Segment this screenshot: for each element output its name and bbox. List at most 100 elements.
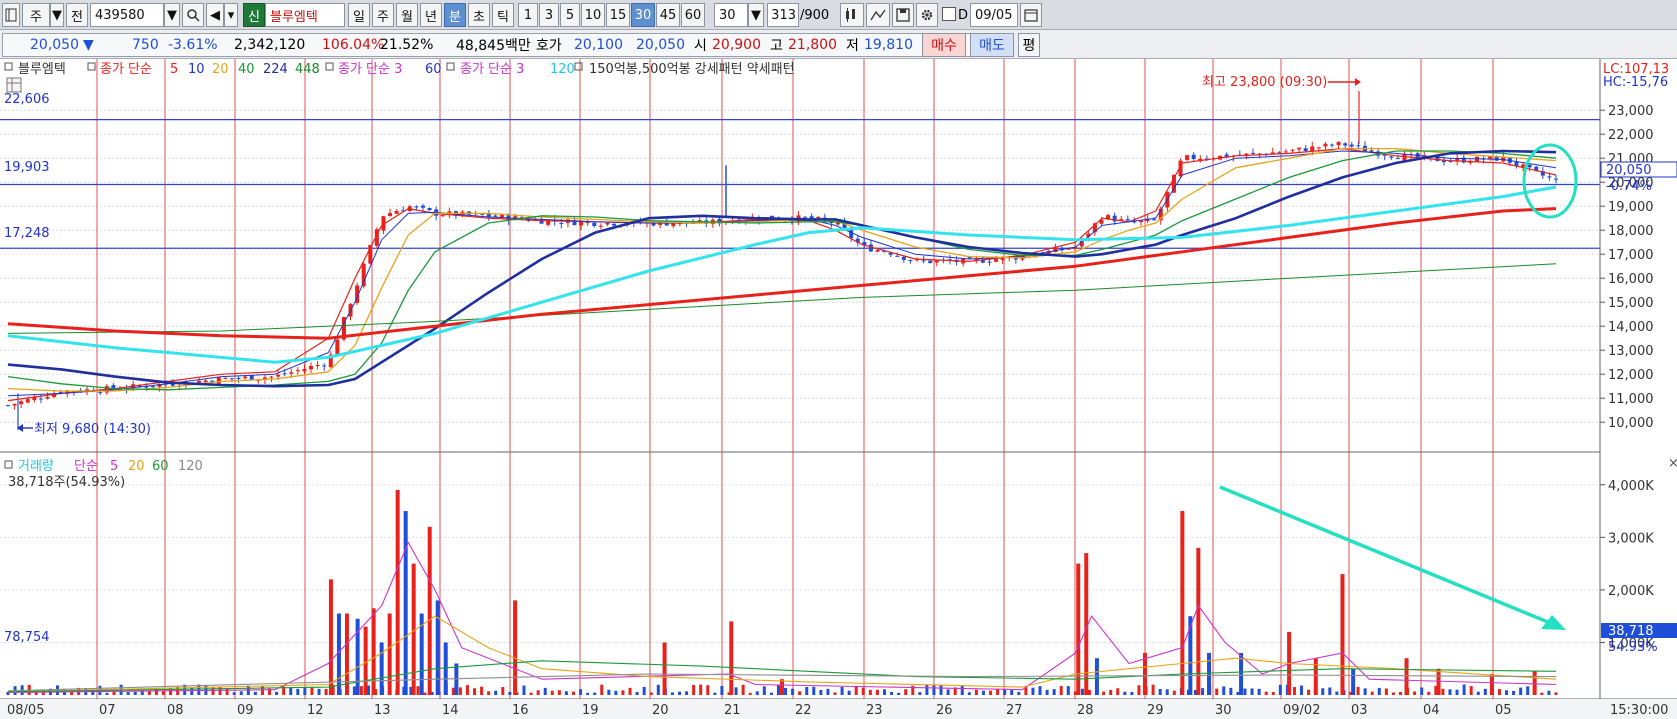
minute-button[interactable]: 3	[539, 3, 559, 27]
eval-button[interactable]: 평	[1018, 33, 1040, 57]
candle-body	[6, 405, 10, 407]
chart-table-icon[interactable]	[6, 77, 22, 93]
date-checkbox-label: D	[958, 7, 969, 23]
minute-select[interactable]: 30	[714, 3, 748, 27]
volume-pane-close-icon[interactable]: ×	[1668, 456, 1677, 471]
candle-body	[1125, 219, 1130, 221]
sell-button[interactable]: 매도	[970, 33, 1014, 57]
minute-button[interactable]: 10	[581, 3, 605, 27]
volume-bar	[614, 690, 618, 695]
minute-dropdown-icon[interactable]: ▼	[748, 3, 764, 27]
candle-body	[1270, 152, 1275, 154]
stock-chart[interactable]: 23,00022,00021,00020,00019,00018,00017,0…	[0, 59, 1677, 719]
volume-bar	[1363, 688, 1367, 695]
volume-bar	[423, 692, 427, 695]
interval-button[interactable]: 월	[396, 3, 418, 27]
volume-bar	[1377, 687, 1381, 695]
new-listing-badge: 신	[243, 3, 265, 27]
drawing-tool-icon[interactable]	[866, 3, 890, 27]
volume-bar	[840, 686, 844, 695]
volume-bar	[861, 687, 865, 695]
level-label: 22,606	[4, 92, 50, 107]
speaker-dropdown-icon[interactable]: ▾	[224, 3, 238, 27]
volume-bar	[762, 686, 766, 695]
minute-button[interactable]: 15	[606, 3, 630, 27]
save-icon[interactable]	[892, 3, 914, 27]
volume-bar	[1321, 688, 1325, 695]
candle-body	[803, 216, 808, 218]
volume-bar	[501, 687, 505, 695]
minute-button[interactable]: 5	[560, 3, 580, 27]
trade-amount: 48,845백만	[456, 38, 531, 54]
volume-bar	[275, 691, 279, 695]
x-tick-label: 13	[374, 703, 391, 718]
volume-bar	[289, 687, 293, 695]
candle-body	[315, 365, 320, 367]
market-button[interactable]: 전	[66, 3, 88, 27]
interval-button[interactable]: 틱	[492, 3, 514, 27]
candle-body	[322, 365, 327, 367]
minute-button[interactable]: 30	[631, 3, 655, 27]
minute-button[interactable]: 60	[681, 3, 705, 27]
page-count-input[interactable]: 313	[767, 3, 799, 27]
period-dropdown-icon[interactable]: ▼	[50, 3, 64, 27]
minute-button[interactable]: 45	[656, 3, 680, 27]
level-label: 19,903	[4, 160, 50, 175]
price-change: 750	[132, 37, 159, 53]
volume-bar	[1489, 673, 1494, 695]
last-price-tag-text: 20,050	[1606, 163, 1652, 178]
volume-bar	[1165, 689, 1169, 695]
volume-current-label: 38,718주(54.93%)	[8, 475, 125, 490]
volume-bar	[1180, 511, 1185, 695]
stock-code-input[interactable]: 439580	[90, 3, 164, 27]
date-input[interactable]: 09/05	[970, 3, 1018, 27]
stock-name: 블루엠텍	[270, 9, 318, 25]
candle-body	[875, 249, 880, 252]
volume-bar	[706, 685, 710, 695]
volume-bar	[359, 686, 363, 695]
gear-icon[interactable]	[916, 3, 938, 27]
candle-body	[1527, 164, 1532, 168]
candle-body	[1547, 176, 1552, 178]
speaker-icon[interactable]: ◀	[206, 3, 224, 27]
volume-bar	[635, 691, 639, 695]
calendar-icon[interactable]	[1020, 3, 1042, 27]
volume-bar	[296, 688, 300, 695]
interval-button[interactable]: 분	[444, 3, 466, 27]
buy-button[interactable]: 매수	[922, 33, 966, 57]
volume-bar	[435, 600, 440, 695]
stock-code-dropdown-icon[interactable]: ▼	[164, 3, 180, 27]
volume-bar	[1243, 688, 1247, 695]
candle-body	[1554, 178, 1558, 180]
search-icon[interactable]	[182, 3, 204, 27]
candle-body	[1152, 219, 1157, 221]
volume-bar	[720, 686, 724, 695]
interval-button[interactable]: 초	[468, 3, 490, 27]
x-tick-label: 08/05	[7, 703, 44, 718]
volume-bar	[1519, 687, 1523, 695]
candle-body	[895, 255, 900, 257]
period-select[interactable]: 주	[22, 3, 50, 27]
indicator-icon[interactable]	[840, 3, 864, 27]
date-checkbox[interactable]	[942, 7, 956, 21]
legend-ma1-period: 20	[212, 62, 229, 77]
volume-ratio: 106.04%	[322, 37, 385, 53]
trade-volume: 2,342,120	[234, 37, 306, 53]
time-label: 15:30:00	[1610, 703, 1668, 718]
volume-bar	[678, 691, 682, 695]
volume-bar	[1313, 658, 1318, 695]
layout-icon[interactable]	[2, 3, 20, 27]
volume-legend-period: 5	[110, 459, 118, 474]
volume-bar	[1554, 692, 1558, 695]
candle-body	[579, 221, 584, 226]
volume-bar	[819, 690, 823, 695]
interval-button[interactable]: 일	[348, 3, 370, 27]
volume-bar	[784, 688, 788, 695]
volume-bar	[1257, 688, 1261, 695]
volume-bar	[1427, 691, 1431, 695]
x-tick-label: 26	[936, 703, 953, 718]
interval-button[interactable]: 년	[420, 3, 442, 27]
stock-name-field[interactable]: 블루엠텍	[265, 3, 345, 27]
minute-button[interactable]: 1	[518, 3, 538, 27]
interval-button[interactable]: 주	[372, 3, 394, 27]
